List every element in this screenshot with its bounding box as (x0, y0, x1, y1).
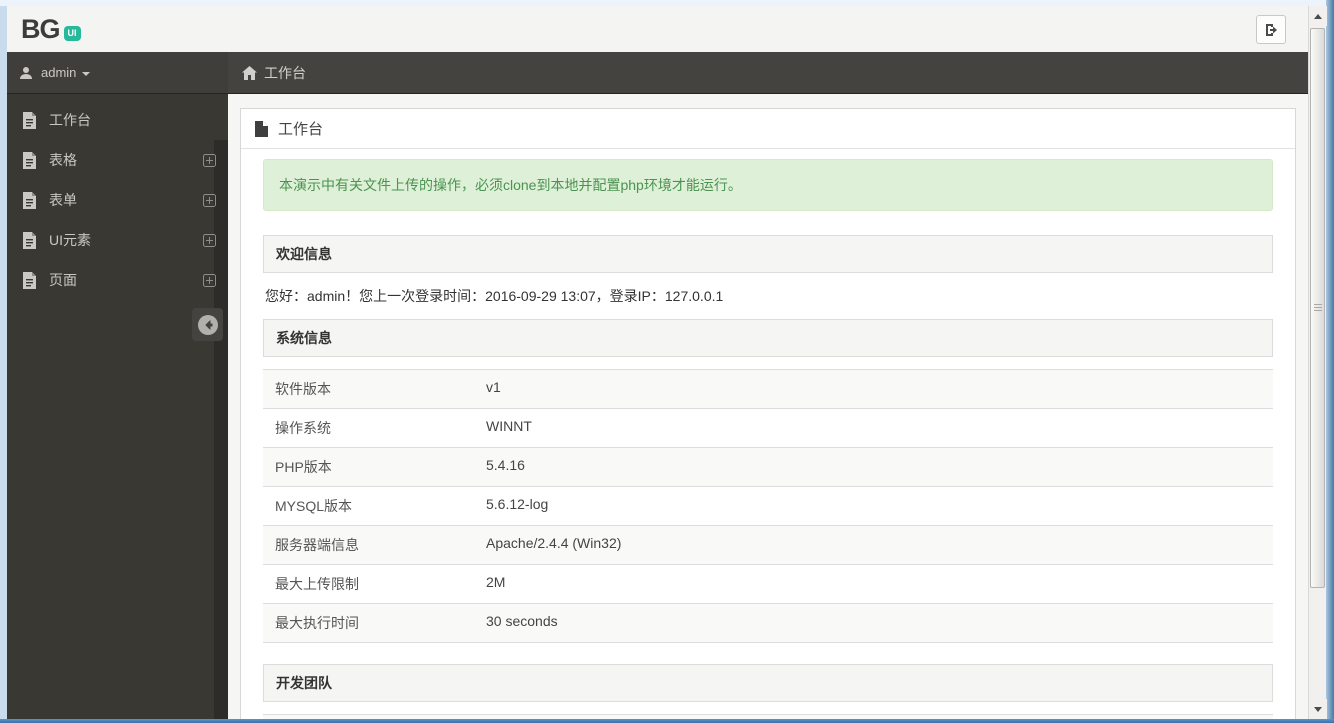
breadcrumb: 工作台 (228, 52, 1308, 93)
row-value: WINNT (486, 418, 532, 434)
vertical-scrollbar[interactable] (1308, 6, 1327, 719)
sign-out-icon (1263, 22, 1279, 38)
row-label: PHP版本 (275, 459, 332, 475)
system-info-table: 软件版本 v1 操作系统 WINNT PHP版本 5.4.16 MYSQL版本 … (263, 369, 1273, 643)
file-text-icon (22, 151, 37, 169)
file-text-icon (22, 271, 37, 289)
sidebar-item-label: UI元素 (49, 232, 91, 248)
file-text-icon (22, 231, 37, 249)
arrow-circle-left-icon (197, 314, 219, 336)
user-name: admin (41, 65, 77, 80)
plus-square-icon[interactable] (203, 233, 216, 247)
scrollbar-up-button[interactable] (1309, 6, 1327, 26)
sidebar-nav: 工作台 表格 表单 UI元素 页面 (7, 94, 228, 719)
table-row: 服务器端信息 Apache/2.4.4 (Win32) (263, 526, 1273, 565)
sidebar-item-label: 工作台 (49, 112, 91, 128)
scrollbar-thumb[interactable] (1310, 28, 1325, 588)
table-row: 创建者 liyu (263, 715, 1273, 719)
file-text-icon (22, 191, 37, 209)
success-alert: 本演示中有关文件上传的操作，必须clone到本地并配置php环境才能运行。 (263, 159, 1273, 211)
scrollbar-down-button[interactable] (1309, 699, 1327, 719)
window-frame-left (0, 6, 7, 723)
panel-title: 工作台 (278, 121, 324, 138)
row-value: 5.6.12-log (486, 496, 549, 512)
top-header: BG UI (7, 6, 1308, 52)
table-row: 最大上传限制 2M (263, 565, 1273, 604)
panel-header: 工作台 (241, 109, 1295, 149)
row-value: Apache/2.4.4 (Win32) (486, 535, 622, 551)
triangle-down-icon (1314, 706, 1322, 712)
window-frame-right (1326, 0, 1334, 723)
plus-square-icon[interactable] (203, 273, 216, 287)
row-label: 服务器端信息 (275, 537, 359, 553)
sidebar-item-label: 页面 (49, 272, 77, 288)
triangle-up-icon (1314, 13, 1322, 19)
dark-toolbar: admin 工作台 (7, 52, 1308, 94)
sidebar-menu-item[interactable]: 表单 (7, 180, 228, 220)
sidebar-menu-item[interactable]: 表格 (7, 140, 228, 180)
table-row: MYSQL版本 5.6.12-log (263, 487, 1273, 526)
row-label: 创建者 (263, 715, 474, 719)
row-value: 2M (486, 574, 506, 590)
section-header-welcome: 欢迎信息 (263, 235, 1273, 273)
table-row: PHP版本 5.4.16 (263, 448, 1273, 487)
row-value: liyu (474, 715, 1273, 719)
sidebar-menu: 工作台 表格 表单 UI元素 页面 (7, 100, 228, 300)
app-window: BG UI admin 工作台 工作台 表格 表单 UI元素 页面 工作台 本演… (7, 6, 1308, 719)
logo-text: BG (21, 13, 60, 44)
plus-square-icon[interactable] (203, 193, 216, 207)
team-info-table: 创建者 liyu (263, 714, 1273, 719)
table-row: 最大执行时间 30 seconds (263, 604, 1273, 643)
scrollbar-grip (1314, 304, 1322, 312)
row-label: 最大上传限制 (275, 576, 359, 592)
user-dropdown[interactable]: admin (7, 52, 228, 93)
table-row: 软件版本 v1 (263, 370, 1273, 409)
row-label: MYSQL版本 (275, 498, 353, 514)
file-text-icon (22, 111, 37, 129)
sidebar-menu-item[interactable]: UI元素 (7, 220, 228, 260)
row-label: 操作系统 (275, 420, 331, 436)
main-content: 工作台 本演示中有关文件上传的操作，必须clone到本地并配置php环境才能运行… (228, 94, 1308, 719)
chevron-down-icon (82, 71, 91, 76)
sidebar-menu-item[interactable]: 页面 (7, 260, 228, 300)
plus-square-icon[interactable] (203, 153, 216, 167)
row-value: 30 seconds (486, 613, 558, 629)
window-frame-bottom (0, 719, 1334, 723)
sidebar-item-label: 表格 (49, 152, 77, 168)
sidebar-item-label: 表单 (49, 192, 77, 208)
logout-button[interactable] (1256, 15, 1286, 44)
file-icon (255, 120, 268, 137)
row-label: 软件版本 (275, 381, 331, 397)
content-area: 工作台 表格 表单 UI元素 页面 工作台 本演示中有关文件上传的操作，必须cl… (7, 94, 1308, 719)
home-icon (242, 65, 257, 80)
workbench-panel: 工作台 本演示中有关文件上传的操作，必须clone到本地并配置php环境才能运行… (240, 108, 1296, 719)
user-icon (19, 66, 33, 80)
panel-body: 本演示中有关文件上传的操作，必须clone到本地并配置php环境才能运行。 欢迎… (241, 149, 1295, 719)
sidebar-collapse-button[interactable] (192, 308, 223, 341)
sidebar-menu-item[interactable]: 工作台 (7, 100, 228, 140)
section-header-system: 系统信息 (263, 319, 1273, 357)
row-value: v1 (486, 379, 501, 395)
row-label: 最大执行时间 (275, 615, 359, 631)
row-value: 5.4.16 (486, 457, 525, 473)
breadcrumb-label[interactable]: 工作台 (264, 63, 306, 83)
table-row: 操作系统 WINNT (263, 409, 1273, 448)
logo[interactable]: BG UI (21, 13, 81, 44)
section-header-team: 开发团队 (263, 664, 1273, 702)
logo-badge: UI (63, 25, 81, 41)
welcome-message: 您好：admin！您上一次登录时间：2016-09-29 13:07，登录IP：… (265, 288, 724, 304)
